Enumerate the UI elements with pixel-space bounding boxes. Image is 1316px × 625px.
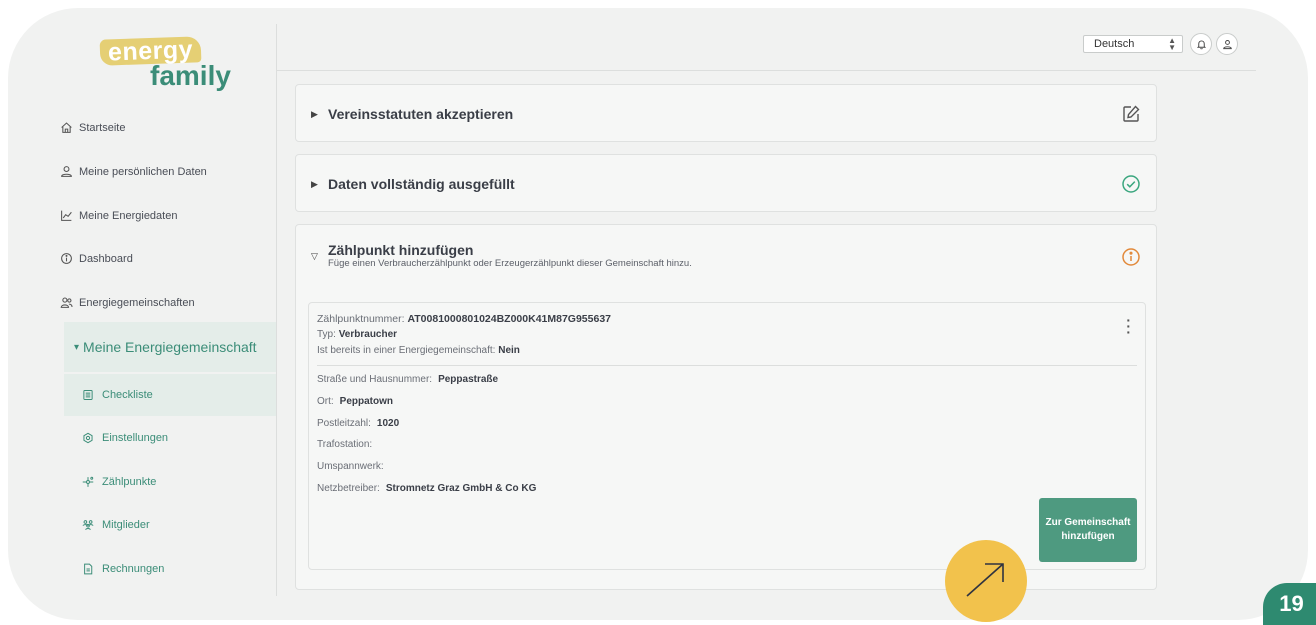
divider — [317, 365, 1137, 366]
chart-line-icon — [61, 210, 72, 221]
users-icon — [60, 297, 73, 308]
address-street-line: Straße und Hausnummer: Peppastraße — [317, 374, 498, 385]
invoice-icon — [84, 563, 93, 575]
info-icon — [1122, 248, 1140, 266]
operator-line: Netzbetreiber: Stromnetz Graz GmbH & Co K… — [317, 483, 536, 494]
user-icon — [61, 166, 72, 177]
sidebar-subitem-label: Checkliste — [102, 389, 153, 401]
sidebar-subitem-checkliste[interactable]: Checkliste — [64, 374, 276, 416]
street-label: Straße und Hausnummer: — [317, 374, 433, 385]
info-circle-icon — [61, 253, 72, 264]
sidebar-subitem-mitglieder[interactable]: Mitglieder — [64, 504, 276, 546]
hint-arrow-marker — [945, 540, 1027, 622]
address-zip-line: Postleitzahl: 1020 — [317, 418, 399, 429]
sidebar-item-personal-data[interactable]: Meine persönlichen Daten — [60, 165, 207, 178]
sidebar-item-label: Meine persönlichen Daten — [79, 165, 207, 178]
meter-number-label: Zählpunktnummer: — [317, 313, 405, 325]
language-select-value: Deutsch — [1094, 38, 1135, 50]
profile-icon — [1222, 39, 1232, 49]
operator-label: Netzbetreiber: — [317, 483, 380, 494]
meter-number-line: Zählpunktnummer: AT0081000801024BZ000K41… — [317, 313, 611, 325]
meter-type-line: Typ: Verbraucher — [317, 329, 397, 340]
checklist-icon — [83, 390, 93, 400]
app-frame: energy family Startseite Meine persönlic… — [8, 8, 1308, 620]
gear-icon — [83, 432, 93, 444]
checklist-item-data-complete[interactable]: ▶ Daten vollständig ausgefüllt — [295, 154, 1157, 212]
meter-type: Verbraucher — [338, 329, 398, 340]
sidebar-subitem-label: Zählpunkte — [102, 476, 157, 488]
select-arrows-icon: ▲ ▼ — [1168, 36, 1176, 52]
sidebar-subitem-zaehlpunkte[interactable]: Zählpunkte — [64, 461, 276, 503]
chevron-down-icon: ▾ — [74, 341, 80, 353]
meter-community-label: Ist bereits in einer Energiegemeinschaft… — [317, 345, 496, 356]
sidebar-divider — [276, 24, 277, 596]
meter-icon — [82, 476, 94, 487]
meter-type-label: Typ: — [317, 329, 336, 340]
sidebar-subitem-label: Mitglieder — [102, 519, 150, 531]
checklist-item-add-meter: ▽ Zählpunkt hinzufügen Füge einen Verbra… — [295, 224, 1157, 590]
zip-label: Postleitzahl: — [317, 418, 371, 429]
sidebar-subitem-label: Einstellungen — [102, 432, 169, 444]
sidebar-subitem-label: Rechnungen — [102, 563, 165, 575]
zip-value: 1020 — [376, 418, 400, 429]
language-select[interactable]: Deutsch ▲ ▼ — [1083, 35, 1183, 53]
meter-number: AT0081000801024BZ000K41M87G955637 — [407, 313, 612, 325]
sidebar-subitem-rechnungen[interactable]: Rechnungen — [64, 548, 276, 590]
sidebar-item-label: Energiegemeinschaften — [79, 296, 195, 309]
sidebar: energy family Startseite Meine persönlic… — [8, 8, 276, 620]
home-icon — [61, 122, 72, 133]
notifications-button[interactable] — [1190, 33, 1212, 55]
energy-family-logo[interactable]: energy family — [99, 36, 240, 92]
arrow-up-right-icon — [966, 563, 1004, 597]
edit-icon[interactable] — [1121, 104, 1141, 124]
checklist-item-title: Zählpunkt hinzufügen — [328, 242, 474, 258]
members-icon — [82, 520, 94, 531]
operator-value: Stromnetz Graz GmbH & Co KG — [385, 483, 537, 494]
transformer-label: Trafostation: — [317, 439, 373, 450]
street-value: Peppastraße — [438, 374, 499, 385]
topbar-divider — [276, 70, 1256, 71]
bell-icon — [1196, 39, 1206, 49]
sidebar-subitem-einstellungen[interactable]: Einstellungen — [64, 417, 276, 459]
sidebar-item-startseite[interactable]: Startseite — [60, 121, 125, 134]
sidebar-item-communities[interactable]: Energiegemeinschaften — [60, 296, 195, 309]
address-city-line: Ort: Peppatown — [317, 396, 393, 407]
sidebar-item-energy-data[interactable]: Meine Energiedaten — [60, 209, 177, 222]
chevron-down-icon[interactable]: ▽ — [311, 251, 318, 262]
checklist-item-title: Daten vollständig ausgefüllt — [328, 176, 515, 192]
sidebar-group-my-community[interactable]: ▾ Meine Energiegemeinschaft — [64, 322, 276, 372]
sidebar-item-label: Startseite — [79, 121, 126, 134]
logo-bottom-text: family — [150, 60, 231, 91]
more-options-icon[interactable]: · · · — [1126, 313, 1131, 339]
meter-community-line: Ist bereits in einer Energiegemeinschaft… — [317, 345, 520, 356]
sidebar-item-dashboard[interactable]: Dashboard — [60, 252, 133, 265]
city-label: Ort: — [317, 396, 334, 407]
chevron-right-icon: ▶ — [311, 179, 318, 189]
substation-label: Umspannwerk: — [317, 461, 384, 472]
city-value: Peppatown — [339, 396, 394, 407]
add-to-community-button[interactable]: Zur Gemeinschaft hinzufügen — [1039, 498, 1137, 562]
sidebar-item-label: Dashboard — [79, 252, 133, 265]
meter-point-card: · · · Zählpunktnummer: AT0081000801024BZ00… — [308, 302, 1146, 570]
checklist-item-subtitle: Füge einen Verbraucherzählpunkt oder Erz… — [328, 258, 692, 269]
profile-button[interactable] — [1216, 33, 1238, 55]
meter-community: Nein — [498, 345, 520, 356]
checklist-item-statutes[interactable]: ▶ Vereinsstatuten akzeptieren — [295, 84, 1157, 142]
check-circle-icon — [1122, 175, 1140, 193]
sidebar-item-label: Meine Energiedaten — [79, 209, 178, 222]
chevron-right-icon: ▶ — [311, 109, 318, 119]
substation-line: Umspannwerk: — [317, 461, 390, 472]
sidebar-group-label: Meine Energiegemeinschaft — [83, 339, 257, 355]
checklist-item-title: Vereinsstatuten akzeptieren — [328, 106, 514, 122]
page-number-badge: 19 — [1263, 583, 1316, 625]
transformer-line: Trafostation: — [317, 439, 378, 450]
